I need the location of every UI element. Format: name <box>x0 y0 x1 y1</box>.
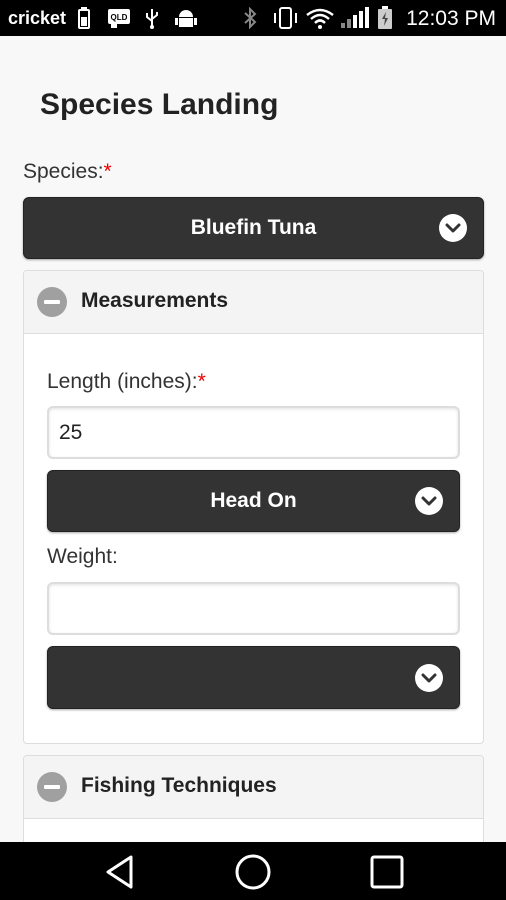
navigation-bar <box>0 842 506 900</box>
weight-label: Weight: <box>47 545 118 568</box>
required-mark: * <box>103 160 112 183</box>
svg-text:QLD: QLD <box>111 13 128 22</box>
home-icon[interactable] <box>233 852 273 892</box>
weight-input[interactable] <box>47 582 460 635</box>
species-label-text: Species: <box>23 160 104 183</box>
measurements-title: Measurements <box>81 289 229 312</box>
status-bar: cricket QLD 12:03 PM <box>0 0 506 36</box>
measurements-panel-header[interactable]: Measurements <box>24 271 483 334</box>
fishing-techniques-panel-header[interactable]: Fishing Techniques <box>24 756 483 819</box>
recent-apps-icon[interactable] <box>367 852 407 892</box>
android-debug-icon <box>173 6 199 30</box>
weight-unit-select[interactable] <box>47 646 460 709</box>
vibrate-icon <box>270 6 300 30</box>
page-title: Species Landing <box>40 88 279 121</box>
length-label-text: Length (inches): <box>47 370 198 393</box>
species-select[interactable]: Bluefin Tuna <box>23 197 484 259</box>
battery-icon <box>375 6 395 30</box>
chevron-down-icon <box>415 663 443 692</box>
length-type-value: Head On <box>210 489 297 512</box>
status-time: 12:03 PM <box>406 7 496 30</box>
signal-icon <box>338 6 372 30</box>
collapse-minus-icon <box>37 287 67 317</box>
collapse-minus-icon <box>37 772 67 802</box>
required-mark: * <box>197 370 206 393</box>
species-label: Species:* <box>23 160 112 184</box>
chevron-down-icon <box>439 214 467 242</box>
length-type-select[interactable]: Head On <box>47 470 460 532</box>
length-input[interactable] <box>47 406 460 459</box>
fishing-techniques-panel: Fishing Techniques <box>23 755 484 855</box>
carrier-name: cricket <box>8 8 67 28</box>
fishing-techniques-title: Fishing Techniques <box>81 774 277 797</box>
battery-small-icon <box>76 6 92 30</box>
bluetooth-icon <box>238 6 262 30</box>
qld-notification-icon: QLD <box>106 6 132 30</box>
usb-icon <box>142 6 162 30</box>
wifi-icon <box>304 6 336 30</box>
chevron-down-icon <box>415 487 443 515</box>
species-select-value: Bluefin Tuna <box>190 216 317 239</box>
back-icon[interactable] <box>100 852 140 892</box>
length-label: Length (inches):* <box>47 370 206 394</box>
